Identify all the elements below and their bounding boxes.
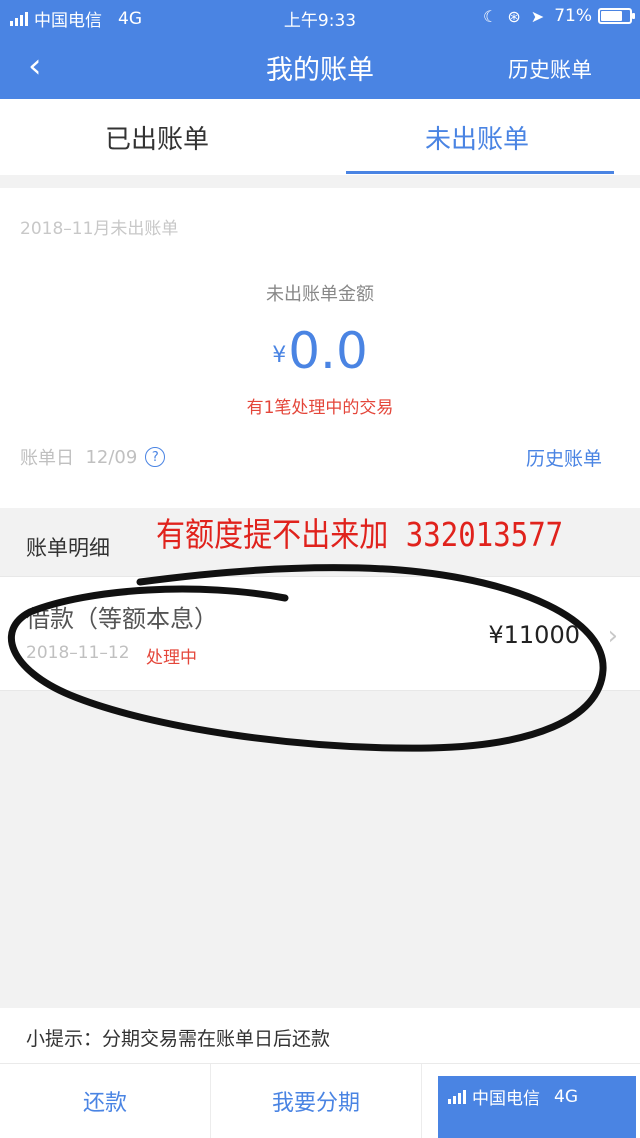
signal-icon (448, 1089, 466, 1104)
currency-symbol: ¥ (272, 343, 287, 368)
orientation-lock-icon: ⊛ (507, 6, 521, 26)
tip-bar: 小提示：分期交易需在账单日后还款 (0, 1008, 640, 1064)
bill-tabs: 已出账单 未出账单 (0, 99, 640, 175)
battery-icon (598, 8, 635, 24)
transaction-date: 2018–11–12 (26, 643, 130, 663)
amount-display: ¥0.0 (0, 322, 640, 380)
tab-unissued-bill[interactable]: 未出账单 (425, 119, 529, 156)
location-icon: ➤ (530, 6, 545, 26)
history-bills-link-secondary[interactable]: 历史账单 (526, 444, 602, 471)
tab-issued-bill[interactable]: 已出账单 (105, 119, 209, 156)
transaction-amount: ¥11000 (488, 621, 580, 649)
top-bar: 中国电信 4G 上午9:33 ☾ ⊛ ➤ 71% ‹ 我的账单 历史账单 (0, 0, 640, 99)
overlay-carrier: 中国电信 (472, 1089, 540, 1109)
bill-day-value: 12/09 (85, 446, 138, 468)
transaction-row[interactable]: 借款（等额本息） 2018–11–12 处理中 ¥11000 › (0, 576, 640, 691)
tip-text: 小提示：分期交易需在账单日后还款 (26, 1028, 331, 1050)
bill-period: 2018–11月未出账单 (20, 219, 179, 239)
chevron-right-icon: › (607, 621, 618, 651)
transaction-title: 借款（等额本息） (26, 605, 218, 633)
amount-value: 0.0 (288, 322, 368, 380)
history-bills-link[interactable]: 历史账单 (508, 54, 592, 84)
battery-percent: 71% (554, 6, 592, 26)
amount-label: 未出账单金额 (266, 284, 374, 305)
unissued-summary-card: 2018–11月未出账单 未出账单金额 ¥0.0 有1笔处理中的交易 账单日 1… (0, 188, 640, 508)
overlay-ad-text: 有额度提不出来加 332013577 (156, 515, 564, 554)
overlay-network: 4G (554, 1086, 578, 1107)
pending-transaction-note: 有1笔处理中的交易 (246, 398, 394, 418)
transaction-status: 处理中 (146, 648, 197, 668)
moon-icon: ☾ (483, 6, 498, 26)
repay-button[interactable]: 还款 (0, 1064, 211, 1138)
active-tab-indicator (346, 171, 614, 174)
overlay-status-fragment: 中国电信 4G (438, 1076, 636, 1138)
bill-day-label: 账单日 (20, 448, 74, 469)
bill-day: 账单日 12/09 ? (20, 444, 166, 470)
status-bar: 中国电信 4G 上午9:33 ☾ ⊛ ➤ 71% (0, 0, 640, 34)
detail-section-label: 账单明细 (26, 536, 110, 560)
installment-button[interactable]: 我要分期 (211, 1064, 422, 1138)
help-icon[interactable]: ? (145, 447, 166, 467)
